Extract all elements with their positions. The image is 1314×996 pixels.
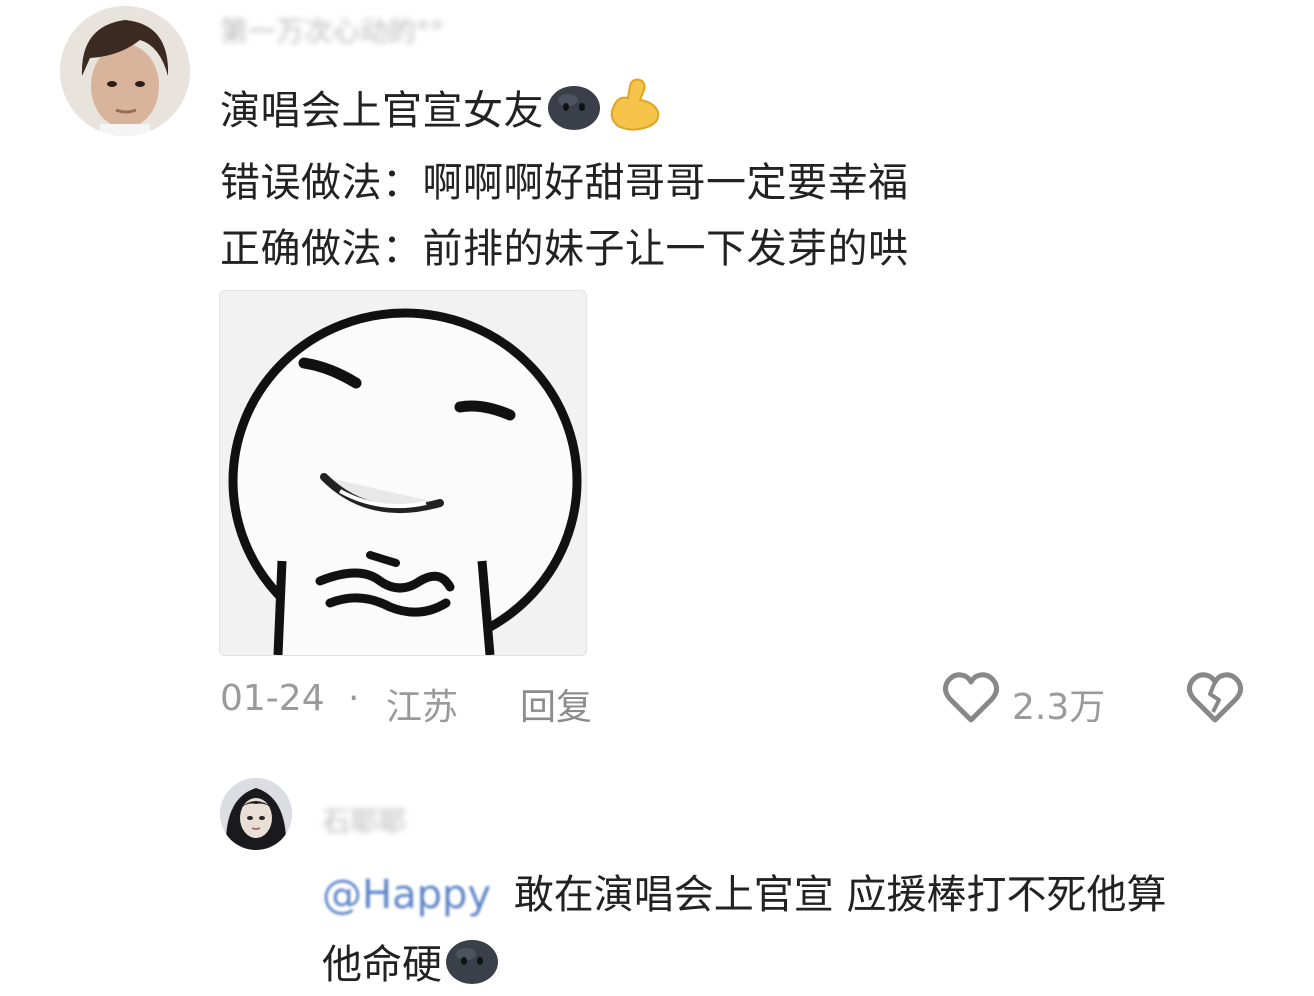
- comment-line-3: 正确做法：前排的妹子让一下发芽的哄: [220, 226, 909, 272]
- reply-line-2: 他命硬: [322, 932, 500, 996]
- dislike-broken-heart-icon[interactable]: [1186, 670, 1244, 730]
- reply-line-1: @Happy 敢在演唱会上官宣 应援棒打不死他算: [322, 862, 1166, 920]
- meme-sticker-image[interactable]: [219, 290, 587, 656]
- reply-text-1: 敢在演唱会上官宣 应援棒打不死他算: [513, 872, 1167, 918]
- comment-location: 江苏: [386, 687, 459, 728]
- comment-line-1: 演唱会上官宣女友: [220, 76, 664, 142]
- comment-line-2: 错误做法：啊啊啊好甜哥哥一定要幸福: [220, 160, 909, 206]
- reply-button[interactable]: 回复: [520, 678, 592, 730]
- mention-link[interactable]: @Happy: [322, 872, 491, 918]
- heart-icon: [942, 670, 1000, 730]
- commenter-username[interactable]: 第一万次心动的°°: [220, 10, 444, 50]
- replier-avatar[interactable]: [220, 778, 292, 850]
- comment-date: 01-24: [220, 678, 325, 719]
- replier-username[interactable]: 石耶耶: [322, 800, 406, 840]
- dark-face-emoji-icon: [444, 934, 500, 996]
- comment-line-text: 演唱会上官宣女友: [220, 88, 544, 134]
- commenter-avatar[interactable]: [60, 6, 190, 136]
- dark-face-emoji-icon: [546, 80, 602, 142]
- meta-separator: ·: [348, 678, 360, 719]
- like-count: 2.3万: [1012, 687, 1106, 728]
- flexed-biceps-icon: [604, 76, 664, 142]
- like-button[interactable]: 2.3万: [942, 670, 1142, 730]
- reply-text-2: 他命硬: [322, 942, 442, 988]
